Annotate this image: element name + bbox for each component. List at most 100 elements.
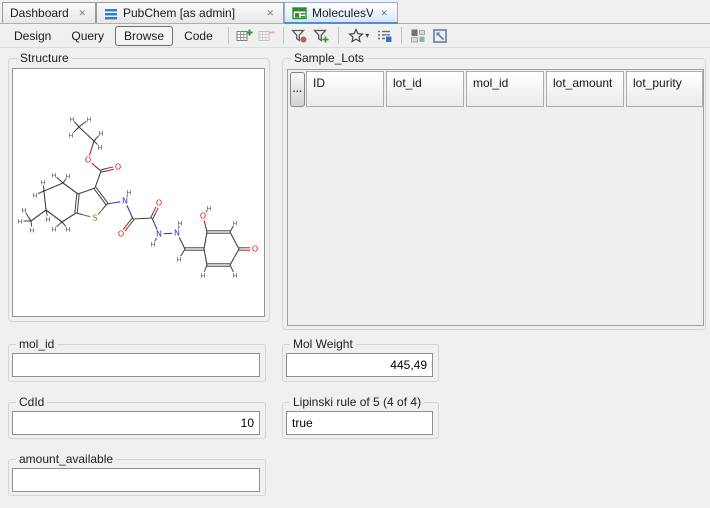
svg-text:H: H — [22, 207, 27, 215]
mol-id-input[interactable] — [12, 353, 260, 377]
mol-id-label: mol_id — [16, 337, 57, 351]
add-filter-icon — [313, 28, 330, 44]
mol-weight-field-group: Mol Weight — [282, 344, 439, 382]
toolbar: Design Query Browse Code ▾ — [0, 24, 710, 48]
layout-button[interactable] — [407, 25, 429, 47]
structure-panel: Structure HHHHHOONHSHHHHHHHHHHOONHNHHOHH… — [8, 58, 270, 322]
lipinski-field-group: Lipinski rule of 5 (4 of 4) — [282, 402, 439, 439]
svg-text:H: H — [177, 256, 182, 264]
delete-record-icon — [258, 28, 275, 44]
cdid-label: CdId — [16, 395, 47, 409]
close-icon[interactable]: ✕ — [378, 8, 390, 19]
toolbar-separator — [401, 27, 402, 44]
favorites-button[interactable]: ▾ — [344, 25, 374, 47]
toolbar-separator — [338, 27, 339, 44]
svg-text:H: H — [98, 144, 103, 152]
form-view-button[interactable] — [374, 25, 396, 47]
structure-panel-title: Structure — [17, 51, 72, 65]
tab-label: Dashboard — [10, 6, 69, 20]
column-header-id[interactable]: ID — [306, 71, 384, 107]
svg-text:N: N — [122, 197, 128, 206]
svg-text:H: H — [201, 272, 206, 280]
lipinski-label: Lipinski rule of 5 (4 of 4) — [290, 395, 424, 409]
tab-dashboard[interactable]: Dashboard ✕ — [2, 2, 96, 23]
svg-text:H: H — [46, 216, 51, 224]
svg-text:H: H — [33, 192, 38, 200]
svg-text:H: H — [233, 220, 238, 228]
toolbar-separator — [228, 27, 229, 44]
toolbar-separator — [283, 27, 284, 44]
amount-available-input[interactable] — [12, 468, 260, 492]
add-record-button[interactable] — [234, 25, 256, 47]
row-options-button[interactable]: ... — [290, 72, 305, 107]
mol-id-field-group: mol_id — [8, 344, 266, 382]
svg-text:H: H — [87, 116, 92, 124]
close-icon[interactable]: ✕ — [76, 8, 88, 19]
cdid-field-group: CdId — [8, 402, 266, 439]
layout-icon — [410, 28, 426, 44]
add-record-icon — [236, 28, 253, 44]
svg-text:O: O — [200, 212, 206, 221]
filter-button[interactable] — [289, 25, 311, 47]
tab-bar: Dashboard ✕ PubChem [as admin] ✕ Molecul… — [0, 0, 710, 24]
tab-label: PubChem [as admin] — [123, 6, 235, 20]
svg-text:H: H — [41, 179, 46, 187]
svg-text:S: S — [92, 214, 97, 223]
favorites-icon — [348, 28, 364, 44]
sample-lots-table: ... ID lot_id mol_id lot_amount lot_puri… — [287, 69, 704, 326]
column-header-lot-amount[interactable]: lot_amount — [546, 71, 624, 107]
svg-text:H: H — [66, 226, 71, 234]
svg-text:H: H — [30, 227, 35, 235]
svg-text:H: H — [233, 272, 238, 280]
amount-available-field-group: amount_available — [8, 459, 266, 496]
tab-label: MoleculesView — [312, 6, 373, 20]
svg-text:H: H — [178, 220, 183, 228]
tab-pubchem[interactable]: PubChem [as admin] ✕ — [96, 2, 284, 23]
svg-text:O: O — [252, 245, 258, 254]
column-header-mol-id[interactable]: mol_id — [466, 71, 544, 107]
svg-text:H: H — [127, 189, 132, 197]
sample-lots-title: Sample_Lots — [291, 51, 367, 65]
form-view-icon — [376, 28, 393, 44]
svg-text:H: H — [99, 130, 104, 138]
browse-mode-button[interactable]: Browse — [115, 26, 173, 46]
fit-to-window-icon — [432, 28, 448, 44]
column-header-lot-id[interactable]: lot_id — [386, 71, 464, 107]
code-mode-button[interactable]: Code — [175, 26, 222, 46]
svg-text:O: O — [118, 230, 124, 239]
design-mode-button[interactable]: Design — [5, 26, 60, 46]
svg-text:H: H — [66, 173, 71, 181]
mol-weight-input[interactable] — [286, 353, 433, 377]
tab-moleculesview[interactable]: MoleculesView ✕ — [284, 2, 398, 23]
svg-text:H: H — [207, 205, 212, 213]
molecule-drawing: HHHHHOONHSHHHHHHHHHHOONHNHHOHHOHH — [13, 69, 266, 318]
svg-text:N: N — [174, 229, 180, 238]
svg-text:H: H — [151, 241, 156, 249]
menu-icon — [104, 6, 118, 20]
svg-text:N: N — [156, 230, 162, 239]
close-icon[interactable]: ✕ — [264, 8, 276, 19]
lipinski-input[interactable] — [286, 411, 433, 435]
svg-text:H: H — [18, 218, 23, 226]
molecules-view-window: Dashboard ✕ PubChem [as admin] ✕ Molecul… — [0, 0, 710, 508]
fit-to-window-button[interactable] — [429, 25, 451, 47]
svg-text:H: H — [69, 132, 74, 140]
svg-text:O: O — [85, 156, 91, 165]
amount-available-label: amount_available — [16, 452, 116, 466]
chevron-down-icon: ▾ — [365, 31, 369, 40]
query-mode-button[interactable]: Query — [62, 26, 113, 46]
svg-text:H: H — [70, 116, 75, 124]
cdid-input[interactable] — [12, 411, 260, 435]
svg-text:O: O — [156, 199, 162, 208]
delete-record-button[interactable] — [256, 25, 278, 47]
add-filter-button[interactable] — [311, 25, 333, 47]
mol-weight-label: Mol Weight — [290, 337, 356, 351]
svg-text:H: H — [52, 226, 57, 234]
form-view-icon — [292, 6, 307, 20]
svg-text:H: H — [52, 172, 57, 180]
filter-icon — [291, 28, 308, 44]
table-header-row: ID lot_id mol_id lot_amount lot_purity — [306, 71, 703, 107]
column-header-lot-purity[interactable]: lot_purity — [626, 71, 703, 107]
sample-lots-panel: Sample_Lots ... ID lot_id mol_id lot_amo… — [282, 58, 706, 330]
structure-canvas[interactable]: HHHHHOONHSHHHHHHHHHHOONHNHHOHHOHH — [12, 68, 265, 317]
